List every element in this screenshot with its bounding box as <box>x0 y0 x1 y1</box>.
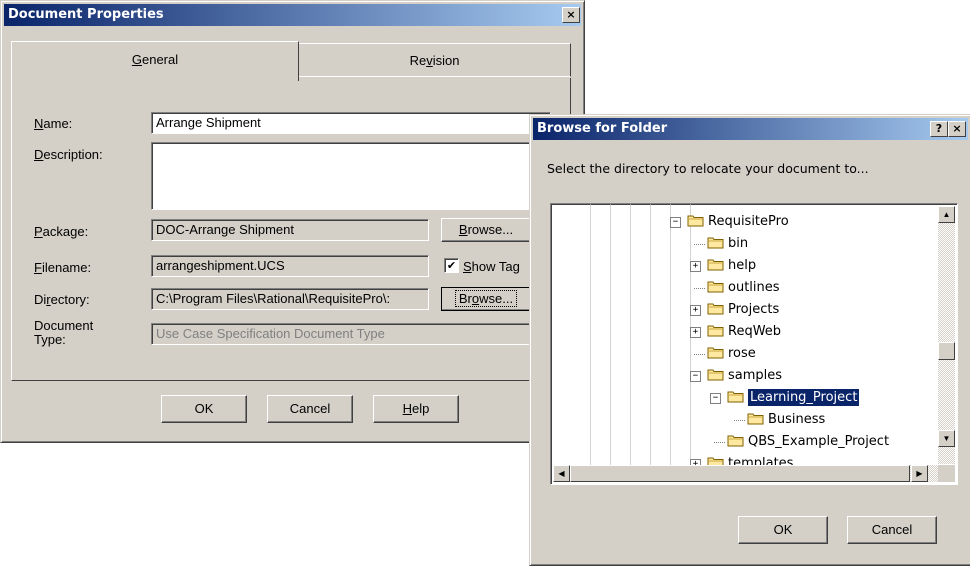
directory-label: Directory: <box>34 292 90 307</box>
filename-field: arrangeshipment.UCS <box>151 255 429 277</box>
question-icon: ? <box>935 122 943 135</box>
show-tags-checkbox[interactable]: ✔ <box>444 258 459 273</box>
tree-item-label: bin <box>728 236 749 251</box>
document-properties-dialog: Document Properties × General Revision N… <box>0 0 585 443</box>
arrow-down-icon: ▼ <box>942 434 951 443</box>
folder-tree[interactable]: − RequisitePro bin + help outlines + Projects + R… <box>550 203 958 485</box>
arrow-up-icon: ▲ <box>942 210 951 219</box>
scroll-corner <box>938 465 955 482</box>
description-label: Description: <box>34 147 103 162</box>
folder-icon <box>687 214 705 227</box>
show-tags-label[interactable]: Show Tag <box>463 259 520 274</box>
ok-button[interactable]: OK <box>738 516 828 544</box>
tree-connector <box>694 288 705 289</box>
folder-icon <box>727 434 745 447</box>
filename-label: Filename: <box>34 260 92 275</box>
tree-connector <box>714 442 725 443</box>
tree-item-label: Projects <box>728 302 780 317</box>
collapse-icon[interactable]: − <box>710 393 721 404</box>
tree-connector <box>734 420 745 421</box>
browse-for-folder-dialog: Browse for Folder ? × Select the directo… <box>529 114 970 566</box>
folder-icon <box>707 324 725 337</box>
browse-package-button[interactable]: Browse... <box>441 218 531 242</box>
name-label: Name: <box>34 116 73 131</box>
scroll-down-button[interactable]: ▼ <box>938 430 955 447</box>
dialog-title: Document Properties <box>8 7 164 22</box>
tree-connector <box>694 244 705 245</box>
expand-icon[interactable]: + <box>690 305 701 316</box>
tree-item-label: outlines <box>728 280 780 295</box>
tree-item[interactable]: outlines <box>707 278 780 298</box>
tree-item-label: Learning_Project <box>746 388 861 407</box>
tree-item[interactable]: samples <box>707 366 782 386</box>
browse-directory-button[interactable]: Browse... <box>441 287 531 311</box>
arrow-right-icon: ▶ <box>916 469 923 478</box>
document-type-select: Use Case Specification Document Type <box>151 323 551 345</box>
tree-item[interactable]: help <box>707 256 756 276</box>
folder-icon <box>707 236 725 249</box>
close-button[interactable]: × <box>562 7 580 23</box>
cancel-button[interactable]: Cancel <box>267 395 353 423</box>
tree-item[interactable]: Business <box>747 410 825 430</box>
tree-item-label: help <box>728 258 757 273</box>
expand-icon[interactable]: + <box>690 261 701 272</box>
help-button[interactable]: Help <box>373 395 459 423</box>
document-type-label: Document Type: <box>34 318 94 347</box>
tab-general[interactable]: General <box>11 41 299 81</box>
tree-guide-lines <box>571 204 691 466</box>
arrow-left-icon: ◀ <box>558 469 565 478</box>
tree-item[interactable]: QBS_Example_Project <box>727 432 889 452</box>
tree-item[interactable]: rose <box>707 344 756 364</box>
scroll-left-button[interactable]: ◀ <box>553 465 570 482</box>
folder-icon <box>707 280 725 293</box>
document-properties-titlebar[interactable]: Document Properties <box>4 4 581 26</box>
dialog-title: Browse for Folder <box>537 121 668 136</box>
folder-icon <box>707 368 725 381</box>
horizontal-scrollbar[interactable]: ◀ ▶ <box>553 465 938 482</box>
tree-connector <box>694 354 705 355</box>
tree-item[interactable]: RequisitePro <box>687 212 789 232</box>
package-field: DOC-Arrange Shipment <box>151 219 429 241</box>
folder-icon <box>747 412 765 425</box>
tree-item[interactable]: bin <box>707 234 748 254</box>
name-field[interactable]: Arrange Shipment <box>151 112 551 134</box>
tree-item-label: rose <box>728 346 756 361</box>
tree-item[interactable]: Learning_Project <box>727 388 861 408</box>
description-field[interactable] <box>151 142 551 210</box>
tree-item-label: samples <box>728 368 783 383</box>
directory-field: C:\Program Files\Rational\RequisitePro\: <box>151 288 429 310</box>
check-icon: ✔ <box>446 259 457 272</box>
close-icon: × <box>952 122 962 135</box>
vertical-scrollbar[interactable]: ▲ ▼ <box>938 206 955 464</box>
close-button[interactable]: × <box>948 121 966 137</box>
folder-icon <box>707 346 725 359</box>
ok-button[interactable]: OK <box>161 395 247 423</box>
scroll-right-button[interactable]: ▶ <box>911 465 928 482</box>
prompt-text: Select the directory to relocate your do… <box>547 161 869 176</box>
scroll-h-thumb[interactable] <box>570 465 910 482</box>
package-label: Package: <box>34 224 89 239</box>
collapse-icon[interactable]: − <box>670 217 681 228</box>
tree-item-label: Business <box>768 412 826 427</box>
tree-item-label: RequisitePro <box>708 214 789 229</box>
cancel-button[interactable]: Cancel <box>847 516 937 544</box>
open-folder-icon <box>727 390 745 403</box>
collapse-icon[interactable]: − <box>690 371 701 382</box>
tree-item[interactable]: ReqWeb <box>707 322 781 342</box>
help-title-button[interactable]: ? <box>930 121 948 137</box>
tree-item-label: ReqWeb <box>728 324 782 339</box>
close-icon: × <box>566 8 576 21</box>
browse-folder-titlebar[interactable]: Browse for Folder <box>533 118 968 140</box>
folder-icon <box>707 258 725 271</box>
tree-item-label: QBS_Example_Project <box>748 434 890 449</box>
tree-item[interactable]: Projects <box>707 300 779 320</box>
folder-icon <box>707 302 725 315</box>
scroll-thumb[interactable] <box>938 342 955 360</box>
scroll-up-button[interactable]: ▲ <box>938 206 955 223</box>
expand-icon[interactable]: + <box>690 327 701 338</box>
tab-revision[interactable]: Revision <box>299 43 571 77</box>
